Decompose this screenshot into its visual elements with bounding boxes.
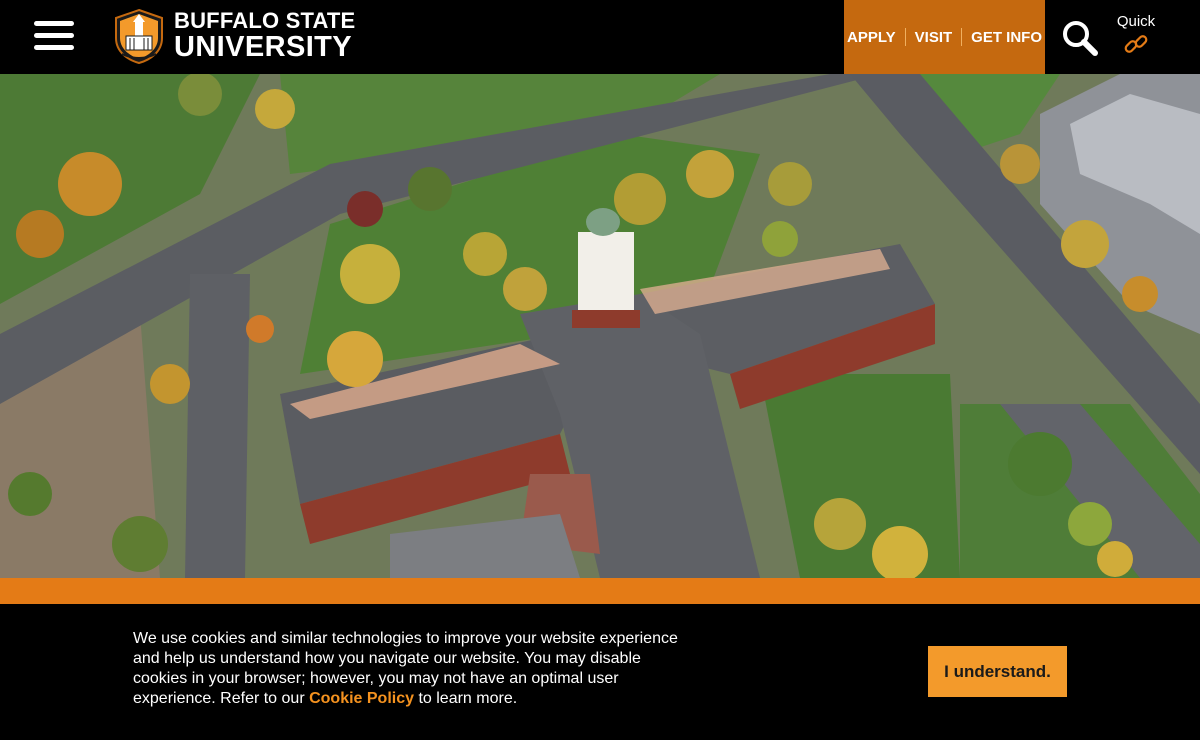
cta-divider (904, 28, 906, 46)
quick-links-button[interactable]: Quick (1110, 13, 1162, 63)
logo-line-2: UNIVERSITY (174, 31, 353, 63)
visit-link[interactable]: VISIT (915, 29, 953, 46)
site-logo[interactable]: BUFFALO STATE UNIVERSITY (112, 8, 355, 64)
cookie-text-after: to learn more. (414, 690, 518, 707)
university-seal-icon (115, 8, 163, 64)
quick-label: Quick (1116, 13, 1156, 30)
campus-aerial-photo (0, 74, 1200, 578)
hero-image (0, 74, 1200, 578)
cta-bar: APPLY VISIT GET INFO (844, 0, 1045, 74)
link-icon (1124, 35, 1148, 53)
accent-strip (0, 578, 1200, 604)
apply-link[interactable]: APPLY (847, 29, 896, 46)
hamburger-icon (34, 21, 74, 26)
site-header: BUFFALO STATE UNIVERSITY APPLY VISIT GET… (0, 0, 1200, 74)
get-info-link[interactable]: GET INFO (971, 29, 1042, 46)
logo-line-1: BUFFALO STATE (174, 8, 356, 33)
cookie-policy-link[interactable]: Cookie Policy (309, 690, 414, 707)
cookie-banner: We use cookies and similar technologies … (0, 604, 1200, 740)
accept-cookies-button[interactable]: I understand. (928, 646, 1067, 697)
cookie-message: We use cookies and similar technologies … (133, 629, 678, 709)
search-button[interactable] (1060, 18, 1100, 58)
menu-button[interactable] (34, 21, 76, 53)
cta-divider (961, 28, 963, 46)
search-icon (1063, 21, 1098, 56)
